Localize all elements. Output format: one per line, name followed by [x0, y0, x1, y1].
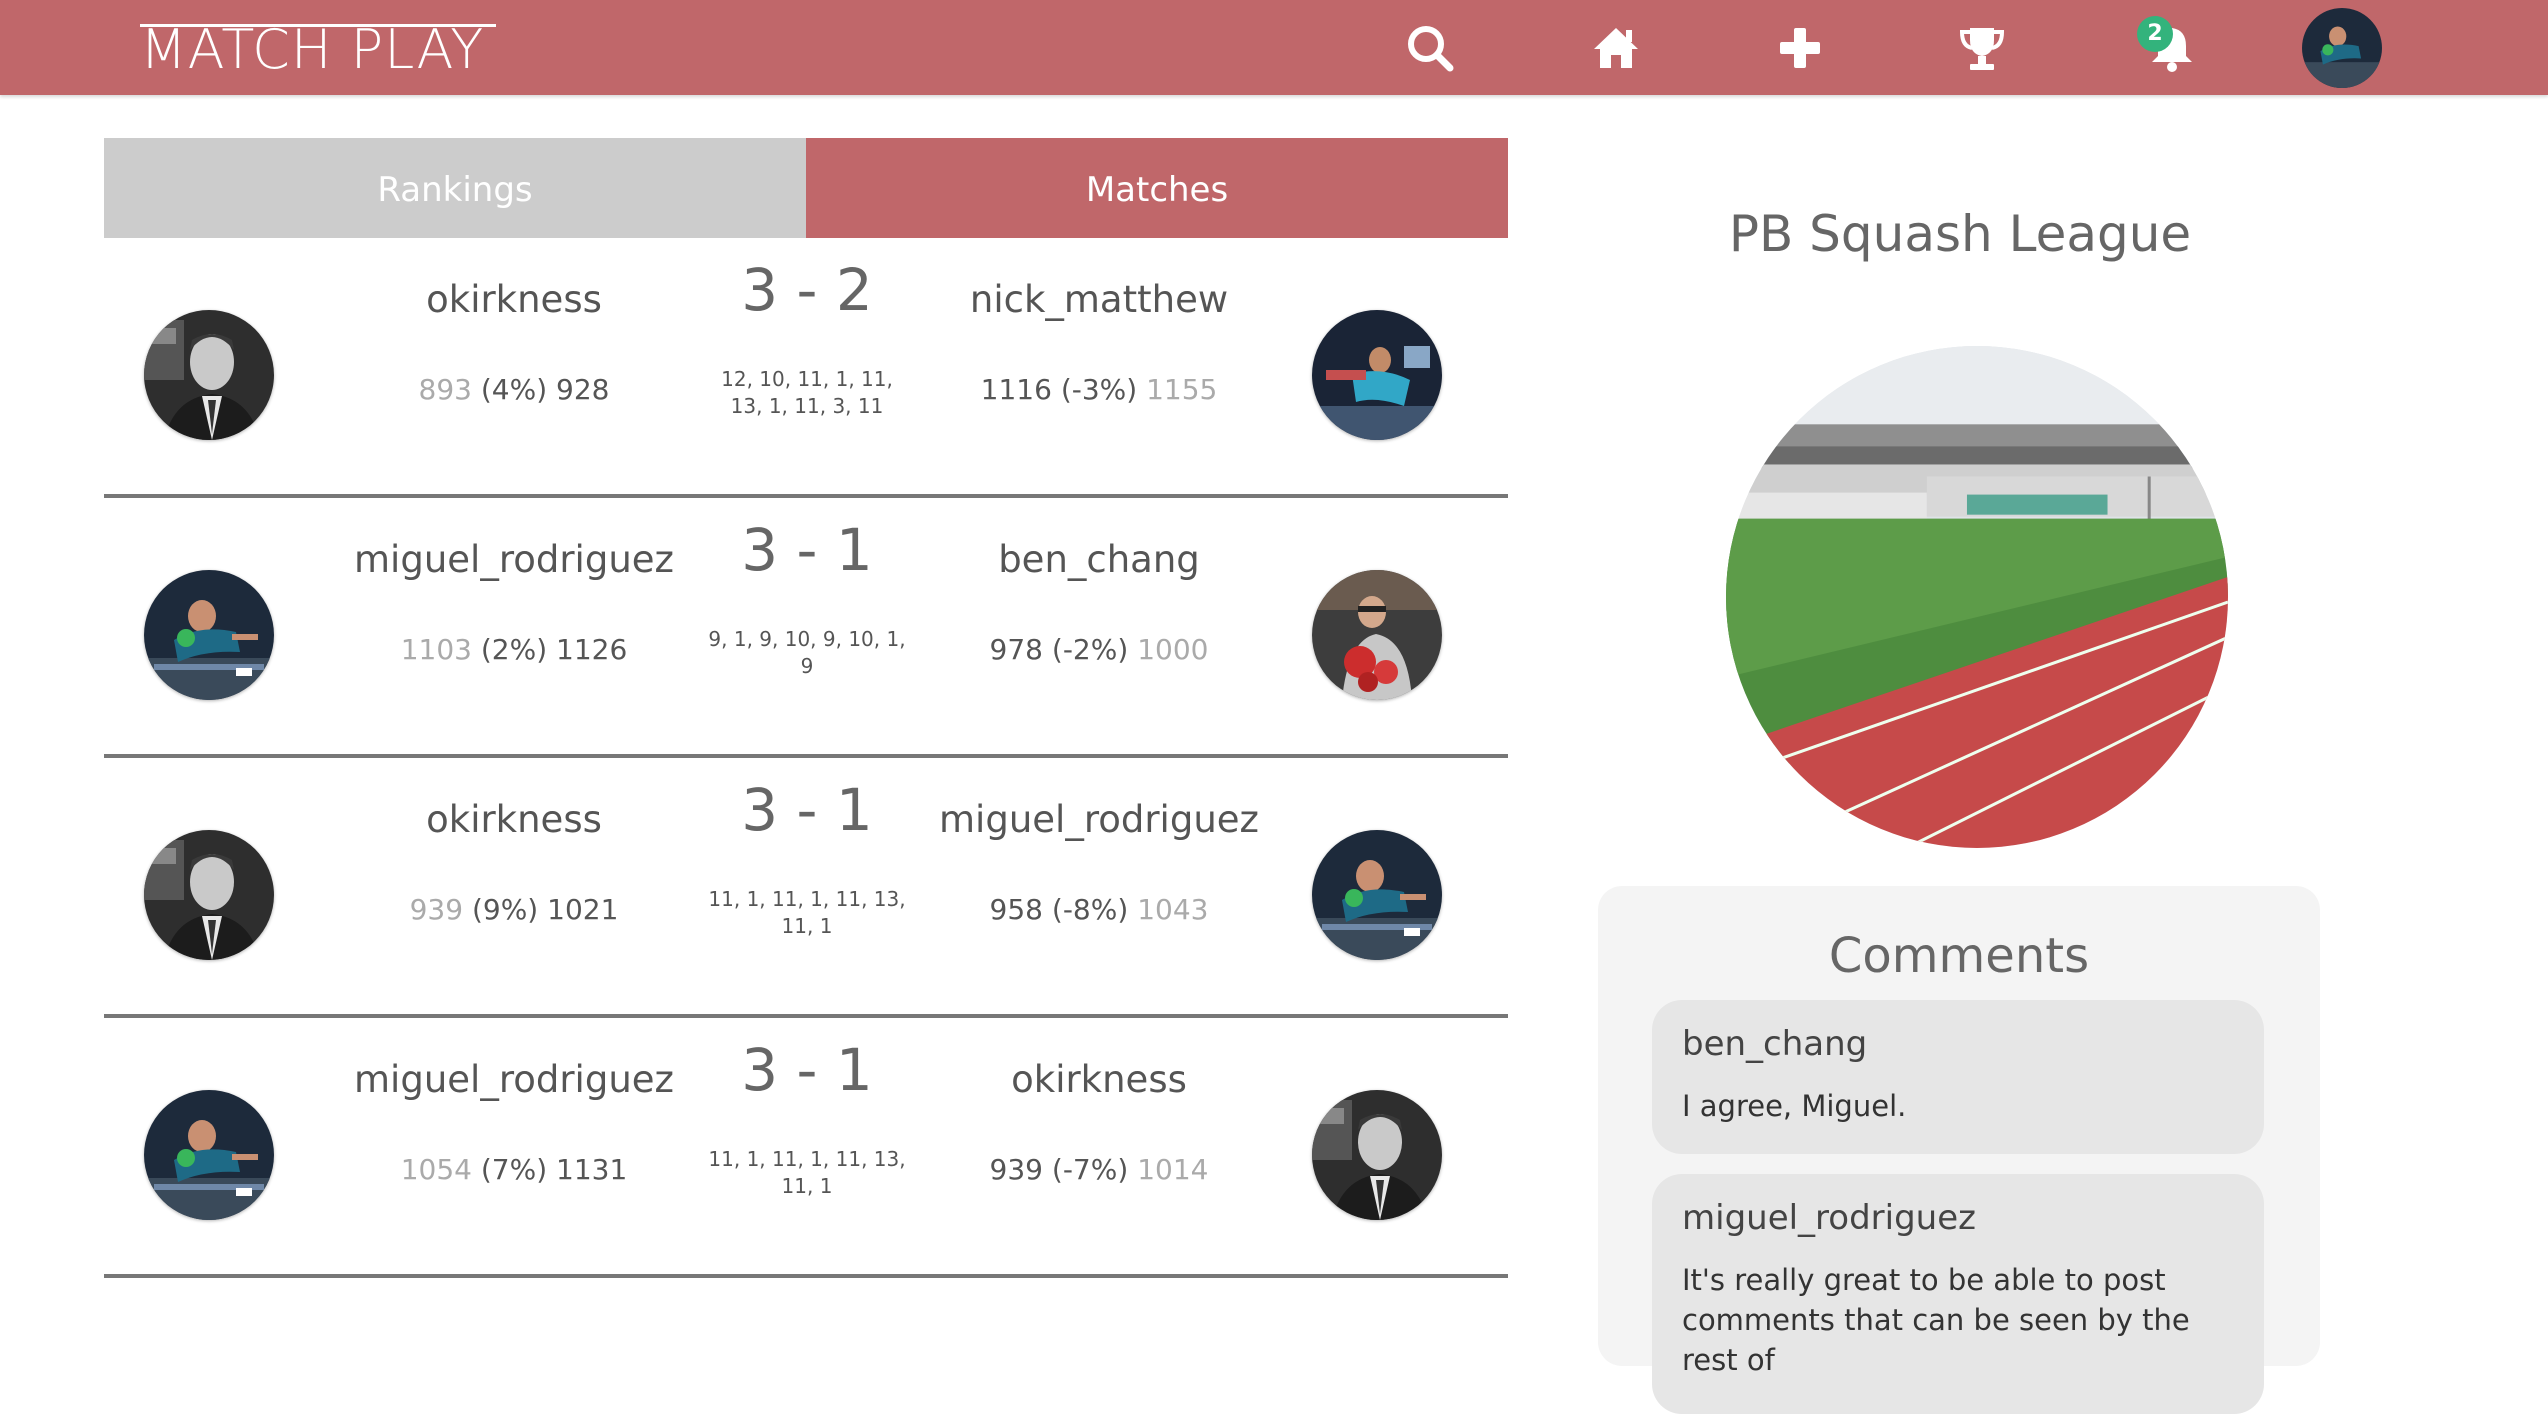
player-rating: 1103 (2%) 1126 — [294, 633, 734, 666]
comment-card: ben_chang I agree, Miguel. — [1652, 1000, 2264, 1154]
comment-text: It's really great to be able to post com… — [1682, 1263, 2190, 1377]
player-rating: 958 (-8%) 1043 — [879, 893, 1319, 926]
comment-text: I agree, Miguel. — [1682, 1089, 1907, 1123]
rating-after: 1021 — [547, 893, 619, 926]
player-rating: 939 (9%) 1021 — [294, 893, 734, 926]
tab-matches[interactable]: Matches — [806, 138, 1508, 238]
rating-change: (-3%) — [1060, 373, 1138, 406]
match-row[interactable]: miguel_rodriguez 1103 (2%) 1126 3 - 1 9,… — [104, 498, 1508, 758]
comment-card: miguel_rodriguez It's really great to be… — [1652, 1174, 2264, 1414]
rating-change: (7%) — [480, 1153, 548, 1186]
rating-before: 1054 — [400, 1153, 472, 1186]
player-rating: 1116 (-3%) 1155 — [879, 373, 1319, 406]
league-photo — [1726, 346, 2228, 848]
player-rating: 893 (4%) 928 — [294, 373, 734, 406]
top-navbar: MATCH PLAY 2 — [0, 0, 2548, 95]
player-name[interactable]: nick_matthew — [879, 278, 1319, 321]
player-avatar[interactable] — [144, 830, 274, 960]
rating-after: 978 — [989, 633, 1043, 666]
rating-change: (4%) — [480, 373, 548, 406]
match-row[interactable]: okirkness 893 (4%) 928 3 - 2 12, 10, 11,… — [104, 238, 1508, 498]
league-title: PB Squash League — [1728, 205, 2192, 263]
player-avatar[interactable] — [144, 310, 274, 440]
rating-change: (-8%) — [1051, 893, 1129, 926]
rating-change: (9%) — [471, 893, 539, 926]
plus-icon[interactable] — [1774, 22, 1826, 74]
rating-before: 1000 — [1137, 633, 1209, 666]
comments-title: Comments — [1828, 928, 2090, 984]
player-avatar[interactable] — [1312, 310, 1442, 440]
rating-change: (-7%) — [1051, 1153, 1129, 1186]
app-logo[interactable]: MATCH PLAY — [140, 18, 484, 81]
player-rating: 1054 (7%) 1131 — [294, 1153, 734, 1186]
player-rating: 939 (-7%) 1014 — [879, 1153, 1319, 1186]
rating-after: 928 — [556, 373, 610, 406]
rating-before: 893 — [418, 373, 472, 406]
player-avatar[interactable] — [1312, 1090, 1442, 1220]
comment-author[interactable]: miguel_rodriguez — [1682, 1198, 1976, 1238]
search-icon[interactable] — [1404, 22, 1456, 74]
match-row[interactable]: okirkness 939 (9%) 1021 3 - 1 11, 1, 11,… — [104, 758, 1508, 1018]
rating-after: 958 — [989, 893, 1043, 926]
player-avatar[interactable] — [1312, 570, 1442, 700]
comments-panel: Comments ben_chang I agree, Miguel. migu… — [1598, 886, 2320, 1414]
rating-after: 1116 — [980, 373, 1052, 406]
tab-rankings[interactable]: Rankings — [104, 138, 806, 238]
rating-change: (-2%) — [1051, 633, 1129, 666]
logo-overline — [140, 24, 496, 27]
rating-after: 1126 — [556, 633, 628, 666]
rating-before: 1014 — [1137, 1153, 1209, 1186]
row-divider — [104, 1274, 1508, 1278]
rating-after: 939 — [989, 1153, 1043, 1186]
comment-author[interactable]: ben_chang — [1682, 1024, 1867, 1064]
user-avatar[interactable] — [2302, 8, 2382, 88]
rating-before: 1103 — [400, 633, 472, 666]
rating-change: (2%) — [480, 633, 548, 666]
match-row[interactable]: miguel_rodriguez 1054 (7%) 1131 3 - 1 11… — [104, 1018, 1508, 1278]
rating-before: 1043 — [1137, 893, 1209, 926]
player-avatar[interactable] — [144, 570, 274, 700]
notification-badge: 2 — [2137, 16, 2173, 52]
player-avatar[interactable] — [1312, 830, 1442, 960]
rating-after: 1131 — [556, 1153, 628, 1186]
trophy-icon[interactable] — [1956, 22, 2008, 74]
player-name[interactable]: okirkness — [879, 1058, 1319, 1101]
player-name[interactable]: ben_chang — [879, 538, 1319, 581]
player-rating: 978 (-2%) 1000 — [879, 633, 1319, 666]
player-avatar[interactable] — [144, 1090, 274, 1220]
rating-before: 1155 — [1146, 373, 1218, 406]
rating-before: 939 — [409, 893, 464, 926]
home-icon[interactable] — [1590, 22, 1642, 74]
player-name[interactable]: miguel_rodriguez — [879, 798, 1319, 841]
